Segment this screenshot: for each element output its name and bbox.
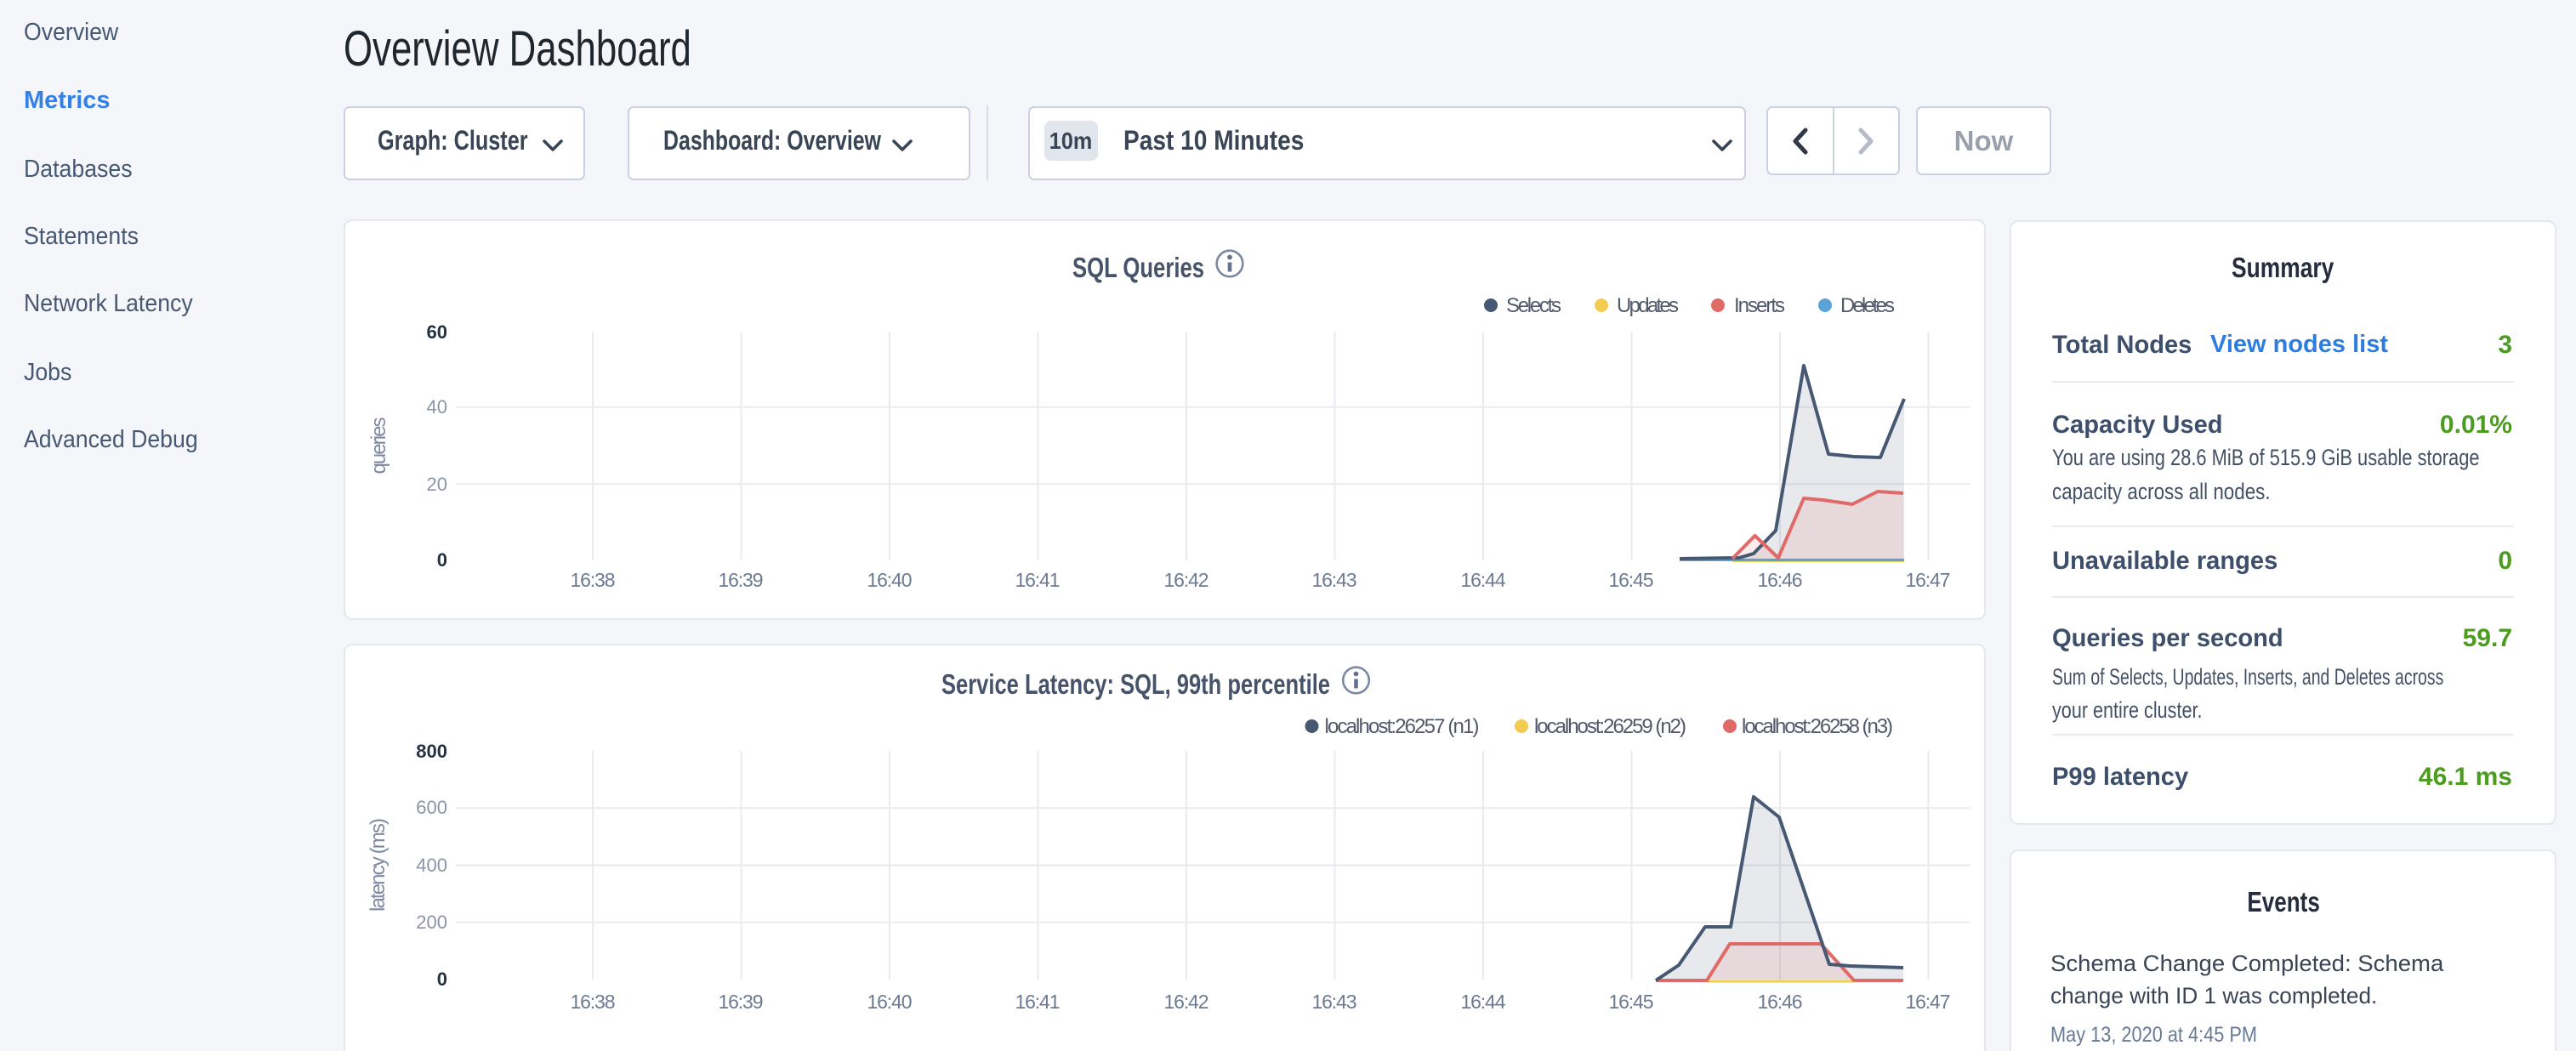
svg-text:16:43: 16:43 <box>1312 991 1357 1013</box>
svg-text:16:45: 16:45 <box>1609 569 1654 591</box>
svg-text:Selects: Selects <box>1506 294 1561 317</box>
svg-text:600: 600 <box>416 797 447 818</box>
svg-text:localhost:26258 (n3): localhost:26258 (n3) <box>1742 715 1893 738</box>
svg-text:Service Latency: SQL, 99th per: Service Latency: SQL, 99th percentile <box>941 668 1330 700</box>
svg-text:localhost:26257 (n1): localhost:26257 (n1) <box>1325 715 1480 738</box>
svg-text:16:44: 16:44 <box>1461 991 1506 1013</box>
svg-text:16:42: 16:42 <box>1164 569 1209 591</box>
svg-text:Updates: Updates <box>1617 294 1679 317</box>
svg-text:SQL Queries: SQL Queries <box>1072 252 1204 283</box>
svg-text:200: 200 <box>416 912 447 933</box>
svg-text:latency (ms): latency (ms) <box>367 818 390 912</box>
svg-text:16:41: 16:41 <box>1015 991 1061 1013</box>
svg-text:16:43: 16:43 <box>1312 569 1357 591</box>
svg-text:40: 40 <box>427 396 447 418</box>
svg-text:16:42: 16:42 <box>1164 991 1209 1013</box>
svg-text:16:38: 16:38 <box>571 569 616 591</box>
svg-text:16:44: 16:44 <box>1461 569 1506 591</box>
svg-text:queries: queries <box>367 418 390 474</box>
svg-text:16:39: 16:39 <box>719 569 764 591</box>
svg-text:800: 800 <box>416 741 447 762</box>
svg-text:16:41: 16:41 <box>1015 569 1061 591</box>
svg-text:16:40: 16:40 <box>867 569 913 591</box>
svg-text:16:46: 16:46 <box>1758 569 1803 591</box>
svg-text:Inserts: Inserts <box>1734 294 1785 317</box>
svg-text:16:45: 16:45 <box>1609 991 1654 1013</box>
svg-text:16:39: 16:39 <box>719 991 764 1013</box>
svg-text:20: 20 <box>427 474 447 495</box>
svg-text:0: 0 <box>437 549 447 571</box>
svg-text:16:40: 16:40 <box>867 991 913 1013</box>
svg-text:400: 400 <box>416 855 447 876</box>
svg-text:16:38: 16:38 <box>571 991 616 1013</box>
svg-text:localhost:26259 (n2): localhost:26259 (n2) <box>1534 715 1686 738</box>
svg-text:16:47: 16:47 <box>1906 991 1951 1013</box>
svg-text:16:47: 16:47 <box>1906 569 1951 591</box>
svg-text:0: 0 <box>437 969 447 990</box>
svg-text:Deletes: Deletes <box>1840 294 1895 317</box>
svg-text:60: 60 <box>427 321 447 343</box>
svg-text:16:46: 16:46 <box>1758 991 1803 1013</box>
